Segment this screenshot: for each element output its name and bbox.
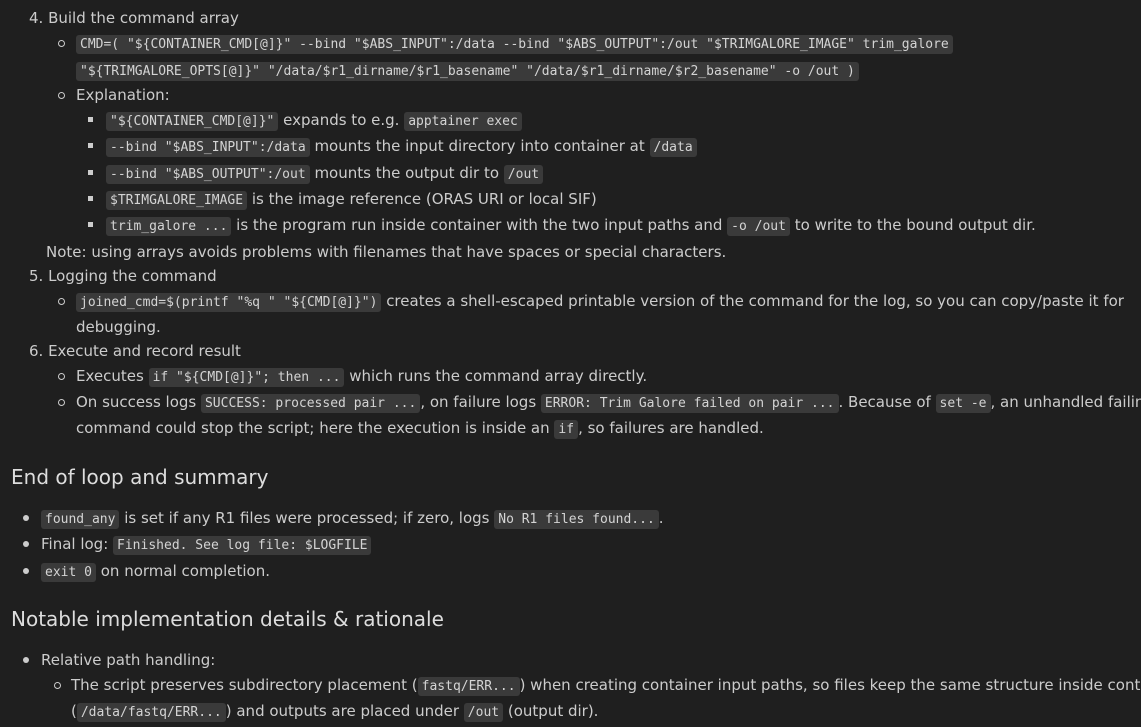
inline-code: found_any bbox=[41, 510, 120, 529]
text: . bbox=[658, 509, 664, 527]
disc-bullet-icon bbox=[23, 515, 29, 521]
inline-code: $TRIMGALORE_IMAGE bbox=[106, 191, 248, 210]
square-bullet-icon bbox=[88, 170, 93, 175]
text: ) when creating container input paths, s… bbox=[519, 676, 1141, 694]
text: to write to the bound output dir. bbox=[789, 216, 1036, 234]
explanation-label: Explanation: bbox=[76, 86, 170, 104]
heading-text: Notable implementation details & rationa… bbox=[11, 607, 444, 631]
inline-code: /out bbox=[503, 165, 544, 184]
step-6-label: 6. Execute and record result bbox=[29, 342, 241, 360]
markdown-preview: 4. Build the command array CMD=( "${CONT… bbox=[0, 0, 1141, 727]
text: which runs the command array directly. bbox=[344, 367, 648, 385]
inline-code: --bind "$ABS_INPUT":/data bbox=[106, 138, 310, 157]
square-bullet-icon bbox=[88, 117, 93, 122]
step-4-title: 4. Build the command array bbox=[29, 8, 239, 30]
inline-code: if bbox=[554, 420, 579, 439]
inline-code: /data bbox=[649, 138, 697, 157]
text: is the program run inside container with… bbox=[231, 216, 728, 234]
inline-code: trim_galore ... bbox=[106, 217, 232, 236]
text: command could stop the script; here the … bbox=[76, 419, 555, 437]
inline-code: joined_cmd=$(printf "%q " "${CMD[@]}") bbox=[76, 293, 382, 312]
text: ) and outputs are placed under bbox=[225, 702, 464, 720]
text: , on failure logs bbox=[420, 393, 541, 411]
circle-bullet-icon bbox=[58, 298, 65, 305]
inline-code: set -e bbox=[935, 394, 991, 413]
inline-code: SUCCESS: processed pair ... bbox=[200, 394, 421, 413]
text: is set if any R1 files were processed; i… bbox=[119, 509, 495, 527]
text: creates a shell-escaped printable versio… bbox=[381, 292, 1124, 310]
text: (output dir). bbox=[503, 702, 599, 720]
inline-code: "${CONTAINER_CMD[@]}" bbox=[106, 112, 279, 131]
cmd-code-2: "${TRIMGALORE_OPTS[@]}" "/data/$r1_dirna… bbox=[76, 62, 859, 81]
notable-sub-1-line-2: (/data/fastq/ERR...) and outputs are pla… bbox=[71, 701, 598, 723]
circle-bullet-icon bbox=[58, 399, 65, 406]
step-4-label: 4. Build the command array bbox=[29, 9, 239, 27]
text: Final log: bbox=[41, 535, 114, 553]
cmd-line-2: "${TRIMGALORE_OPTS[@]}" "/data/$r1_dirna… bbox=[76, 60, 859, 82]
text: expands to e.g. bbox=[278, 111, 405, 129]
disc-bullet-icon bbox=[23, 568, 29, 574]
circle-bullet-icon bbox=[58, 92, 65, 99]
step-6-title: 6. Execute and record result bbox=[29, 341, 241, 363]
cmd-code-1: CMD=( "${CONTAINER_CMD[@]}" --bind "$ABS… bbox=[76, 35, 953, 54]
text: The script preserves subdirectory placem… bbox=[71, 676, 418, 694]
success-line-2: command could stop the script; here the … bbox=[76, 418, 764, 440]
inline-code: fastq/ERR... bbox=[417, 677, 520, 696]
inline-code: exit 0 bbox=[41, 563, 96, 582]
note-text: Note: using arrays avoids problems with … bbox=[46, 243, 727, 261]
text: on normal completion. bbox=[95, 562, 270, 580]
step-5-label: 5. Logging the command bbox=[29, 267, 217, 285]
square-bullet-icon bbox=[88, 196, 93, 201]
text: . Because of bbox=[838, 393, 936, 411]
text: ( bbox=[71, 702, 77, 720]
text: On success logs bbox=[76, 393, 201, 411]
circle-bullet-icon bbox=[58, 40, 65, 47]
text: , so failures are handled. bbox=[578, 419, 764, 437]
heading-text: End of loop and summary bbox=[11, 465, 269, 489]
text: Executes bbox=[76, 367, 149, 385]
text: is the image reference (ORAS URI or loca… bbox=[247, 190, 597, 208]
text: mounts the input directory into containe… bbox=[309, 137, 650, 155]
inline-code: -o /out bbox=[727, 217, 790, 236]
inline-code: /data/fastq/ERR... bbox=[76, 703, 226, 722]
note-line: Note: using arrays avoids problems with … bbox=[46, 242, 726, 264]
inline-code: apptainer exec bbox=[404, 112, 522, 131]
inline-code: /out bbox=[463, 703, 504, 722]
text: , an unhandled failin bbox=[990, 393, 1141, 411]
square-bullet-icon bbox=[88, 222, 93, 227]
notable-heading: Notable implementation details & rationa… bbox=[11, 606, 444, 634]
circle-bullet-icon bbox=[54, 682, 61, 689]
inline-code: --bind "$ABS_OUTPUT":/out bbox=[106, 165, 310, 184]
circle-bullet-icon bbox=[58, 373, 65, 380]
disc-bullet-icon bbox=[23, 541, 29, 547]
text: mounts the output dir to bbox=[309, 164, 504, 182]
disc-bullet-icon bbox=[23, 657, 29, 663]
text: debugging. bbox=[76, 318, 161, 336]
inline-code: Finished. See log file: $LOGFILE bbox=[113, 536, 372, 555]
end-loop-heading: End of loop and summary bbox=[11, 464, 268, 492]
square-bullet-icon bbox=[88, 143, 93, 148]
log-line-2: debugging. bbox=[76, 317, 161, 339]
inline-code: ERROR: Trim Galore failed on pair ... bbox=[540, 394, 839, 413]
text: Relative path handling: bbox=[41, 651, 216, 669]
inline-code: if "${CMD[@]}"; then ... bbox=[148, 368, 345, 387]
step-5-title: 5. Logging the command bbox=[29, 266, 217, 288]
inline-code: No R1 files found... bbox=[494, 510, 659, 529]
